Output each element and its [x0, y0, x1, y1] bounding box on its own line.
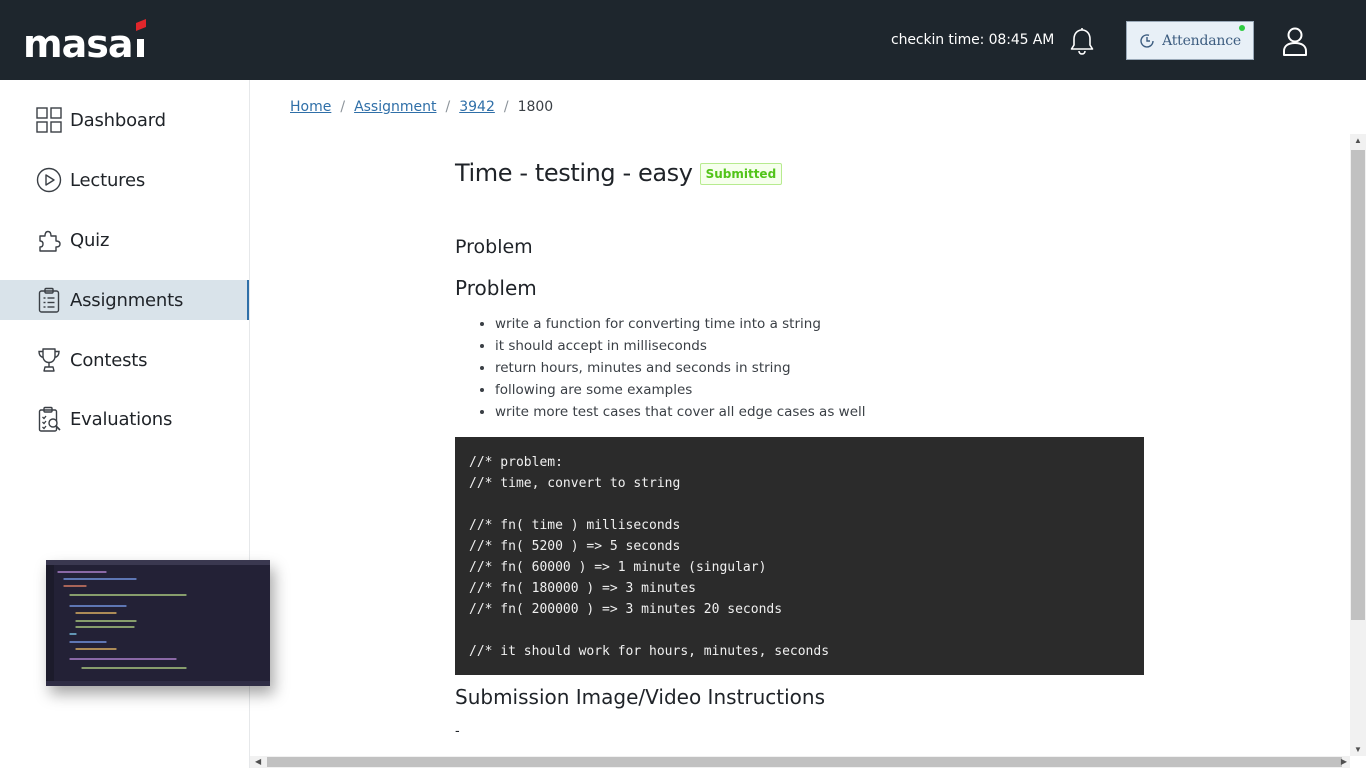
sidebar-item-evaluations[interactable]: Evaluations [0, 399, 249, 439]
checkin-time: checkin time: 08:45 AM [891, 32, 1055, 48]
scroll-right-icon[interactable]: ▶ [1341, 756, 1347, 768]
user-icon[interactable] [1282, 26, 1308, 56]
sidebar-item-quiz[interactable]: Quiz [0, 220, 249, 260]
attendance-label: Attendance [1162, 32, 1241, 49]
breadcrumb-home[interactable]: Home [290, 99, 331, 115]
sidebar-item-dashboard[interactable]: Dashboard [0, 100, 249, 140]
vertical-scroll-thumb[interactable] [1351, 150, 1365, 620]
list-item: return hours, minutes and seconds in str… [495, 359, 866, 381]
assignment-header: Time - testing - easy Submitted [455, 159, 783, 187]
breadcrumb-separator: / [445, 99, 451, 115]
section-heading-problem: Problem [455, 236, 533, 258]
play-circle-icon [36, 167, 62, 193]
list-item: it should accept in milliseconds [495, 337, 866, 359]
sidebar: Dashboard Lectures Quiz Assignments Cont… [0, 80, 270, 768]
breadcrumb-separator: / [340, 99, 346, 115]
scroll-left-icon[interactable]: ◀ [255, 756, 261, 768]
scroll-down-icon[interactable]: ▼ [1354, 745, 1362, 754]
clock-icon [1140, 33, 1154, 48]
sidebar-item-contests[interactable]: Contests [0, 340, 249, 380]
submission-instructions-heading: Submission Image/Video Instructions [455, 685, 825, 709]
evaluation-icon [38, 406, 61, 432]
breadcrumb-assignment-id[interactable]: 3942 [459, 99, 495, 115]
bell-icon[interactable] [1069, 27, 1095, 55]
sidebar-item-label: Contests [70, 349, 148, 371]
svg-text:masa: masa [23, 22, 133, 61]
list-item: following are some examples [495, 381, 866, 403]
sidebar-item-label: Dashboard [70, 109, 166, 131]
sidebar-item-label: Evaluations [70, 408, 173, 430]
problem-heading: Problem [455, 276, 537, 300]
vertical-scrollbar[interactable]: ▲ ▼ [1350, 134, 1366, 756]
breadcrumb-assignment[interactable]: Assignment [354, 99, 436, 115]
breadcrumb: Home / Assignment / 3942 / 1800 [290, 99, 553, 115]
sidebar-item-label: Quiz [70, 229, 110, 251]
breadcrumb-current: 1800 [517, 99, 554, 115]
masai-logo[interactable]: masa [23, 19, 148, 61]
list-item: write a function for converting time int… [495, 315, 866, 337]
problem-list: write a function for converting time int… [495, 315, 866, 425]
breadcrumb-separator: / [503, 99, 509, 115]
code-text: //* problem: //* time, convert to string… [469, 455, 830, 659]
submission-instructions-text: - [455, 722, 460, 738]
sidebar-item-assignments[interactable]: Assignments [0, 280, 249, 320]
trophy-icon [38, 348, 60, 372]
horizontal-scrollbar[interactable]: ◀ ▶ [250, 756, 1350, 768]
attendance-button[interactable]: Attendance [1126, 21, 1254, 60]
clipboard-icon [38, 287, 60, 313]
puzzle-icon [39, 230, 61, 252]
scroll-up-icon[interactable]: ▲ [1354, 136, 1362, 145]
status-badge: Submitted [699, 163, 783, 185]
grid-icon [36, 107, 62, 133]
code-block: //* problem: //* time, convert to string… [455, 437, 1144, 675]
page-title: Time - testing - easy [455, 159, 693, 187]
list-item: write more test cases that cover all edg… [495, 403, 866, 425]
screen-share-preview[interactable] [46, 560, 270, 686]
code-editor-thumbnail [46, 560, 270, 686]
sidebar-item-label: Lectures [70, 169, 146, 191]
attendance-status-dot [1239, 25, 1245, 31]
sidebar-item-lectures[interactable]: Lectures [0, 160, 249, 200]
horizontal-scroll-thumb[interactable] [267, 757, 1342, 767]
sidebar-item-label: Assignments [70, 289, 184, 311]
top-navbar: masa checkin time: 08:45 AM Attendance [0, 0, 1366, 80]
